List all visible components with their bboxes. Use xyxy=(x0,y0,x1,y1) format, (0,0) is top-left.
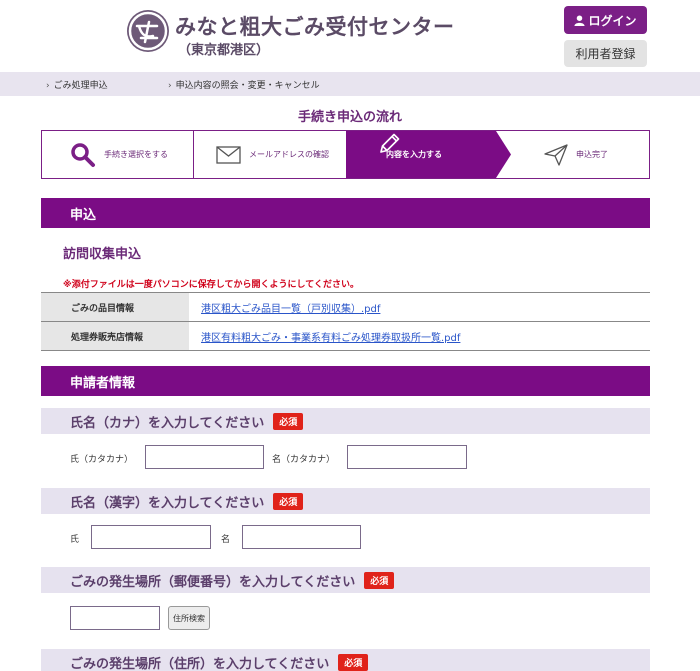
row-label: 処理券販売店情報 xyxy=(41,322,189,350)
application-type-heading: 訪問収集申込 xyxy=(63,247,142,262)
kanji-surname-label: 氏 xyxy=(70,535,80,545)
flow-title: 手続き申込の流れ xyxy=(297,110,402,125)
row-value: 港区有料粗大ごみ・事業系有料ごみ処理券取扱所一覧.pdf xyxy=(189,322,650,350)
kanji-given-input[interactable] xyxy=(242,525,361,549)
kanji-given-label: 名 xyxy=(221,535,231,545)
field-heading-text: ごみの発生場所（郵便番号）を入力してください xyxy=(70,574,356,590)
login-label: ログイン xyxy=(588,13,637,28)
kana-surname-label: 氏（カタカナ） xyxy=(70,455,134,465)
postal-code-input[interactable] xyxy=(70,606,160,630)
nav-item-label: ごみ処理申込 xyxy=(53,81,108,91)
kana-given-input[interactable] xyxy=(347,445,467,469)
ticket-shops-pdf-link[interactable]: 港区有料粗大ごみ・事業系有料ごみ処理券取扱所一覧.pdf xyxy=(201,329,460,344)
kana-surname-input[interactable] xyxy=(145,445,264,469)
site-header: みなと粗大ごみ受付センター （東京都港区） ログイン 利用者登録 xyxy=(0,0,700,72)
site-subtitle: （東京都港区） xyxy=(178,43,270,58)
flow-step-label: 手続き選択をする xyxy=(104,150,168,159)
required-badge: 必須 xyxy=(364,571,395,589)
section-application: 申込 xyxy=(41,198,650,228)
chevron-right-icon: › xyxy=(168,81,172,91)
process-flow: 手続き選択をする メールアドレスの確認 内容を入力する 申込完了 xyxy=(41,130,650,179)
search-icon xyxy=(71,142,95,167)
table-row: ごみの品目情報 港区粗大ごみ品目一覧（戸別収集）.pdf xyxy=(41,293,650,322)
address-heading: ごみの発生場所（住所）を入力してください 必須 xyxy=(41,649,650,671)
register-button[interactable]: 利用者登録 xyxy=(564,40,647,67)
required-badge: 必須 xyxy=(273,492,304,510)
minato-logo-icon xyxy=(127,10,169,52)
attachment-table: ごみの品目情報 港区粗大ごみ品目一覧（戸別収集）.pdf 処理券販売店情報 港区… xyxy=(41,292,650,351)
global-nav: › ごみ処理申込 › 申込内容の照会・変更・キャンセル xyxy=(0,72,700,96)
pencil-icon xyxy=(380,133,400,153)
paper-plane-icon xyxy=(544,143,568,166)
nav-item-garbage-application[interactable]: › ごみ処理申込 xyxy=(46,78,108,91)
address-search-button[interactable]: 住所検索 xyxy=(168,606,210,630)
user-icon xyxy=(574,14,586,26)
required-badge: 必須 xyxy=(338,653,369,671)
table-row: 処理券販売店情報 港区有料粗大ごみ・事業系有料ごみ処理券取扱所一覧.pdf xyxy=(41,322,650,351)
flow-step-label: メールアドレスの確認 xyxy=(249,150,329,159)
section-applicant: 申請者情報 xyxy=(41,366,650,396)
kanji-name-heading: 氏名（漢字）を入力してください 必須 xyxy=(41,488,650,514)
field-heading-text: 氏名（カナ）を入力してください xyxy=(70,415,265,431)
envelope-icon xyxy=(216,145,241,164)
kanji-surname-input[interactable] xyxy=(91,525,211,549)
kana-name-heading: 氏名（カナ）を入力してください 必須 xyxy=(41,408,650,434)
row-value: 港区粗大ごみ品目一覧（戸別収集）.pdf xyxy=(189,293,650,321)
flow-divider xyxy=(193,131,194,178)
kana-given-label: 名（カタカナ） xyxy=(272,455,336,465)
chevron-right-icon: › xyxy=(46,81,50,91)
flow-step-input-content: 内容を入力する xyxy=(378,131,442,178)
site-title: みなと粗大ごみ受付センター xyxy=(175,15,455,39)
row-label: ごみの品目情報 xyxy=(41,293,189,321)
nav-item-label: 申込内容の照会・変更・キャンセル xyxy=(175,81,320,91)
items-pdf-link[interactable]: 港区粗大ごみ品目一覧（戸別収集）.pdf xyxy=(201,300,380,315)
required-badge: 必須 xyxy=(273,412,304,430)
field-heading-text: ごみの発生場所（住所）を入力してください xyxy=(70,656,330,671)
attachment-notice: ※添付ファイルは一度パソコンに保存してから開くようにしてください。 xyxy=(63,280,359,290)
flow-step-input-active: 内容を入力する xyxy=(346,131,511,178)
flow-step-complete: 申込完了 xyxy=(544,131,608,178)
flow-step-label: 申込完了 xyxy=(576,150,608,159)
login-button[interactable]: ログイン xyxy=(564,6,647,34)
flow-step-select: 手続き選択をする xyxy=(70,131,168,178)
field-heading-text: 氏名（漢字）を入力してください xyxy=(70,495,265,511)
nav-item-inquiry-change-cancel[interactable]: › 申込内容の照会・変更・キャンセル xyxy=(168,78,320,91)
flow-step-email: メールアドレスの確認 xyxy=(216,131,329,178)
postal-code-heading: ごみの発生場所（郵便番号）を入力してください 必須 xyxy=(41,567,650,593)
